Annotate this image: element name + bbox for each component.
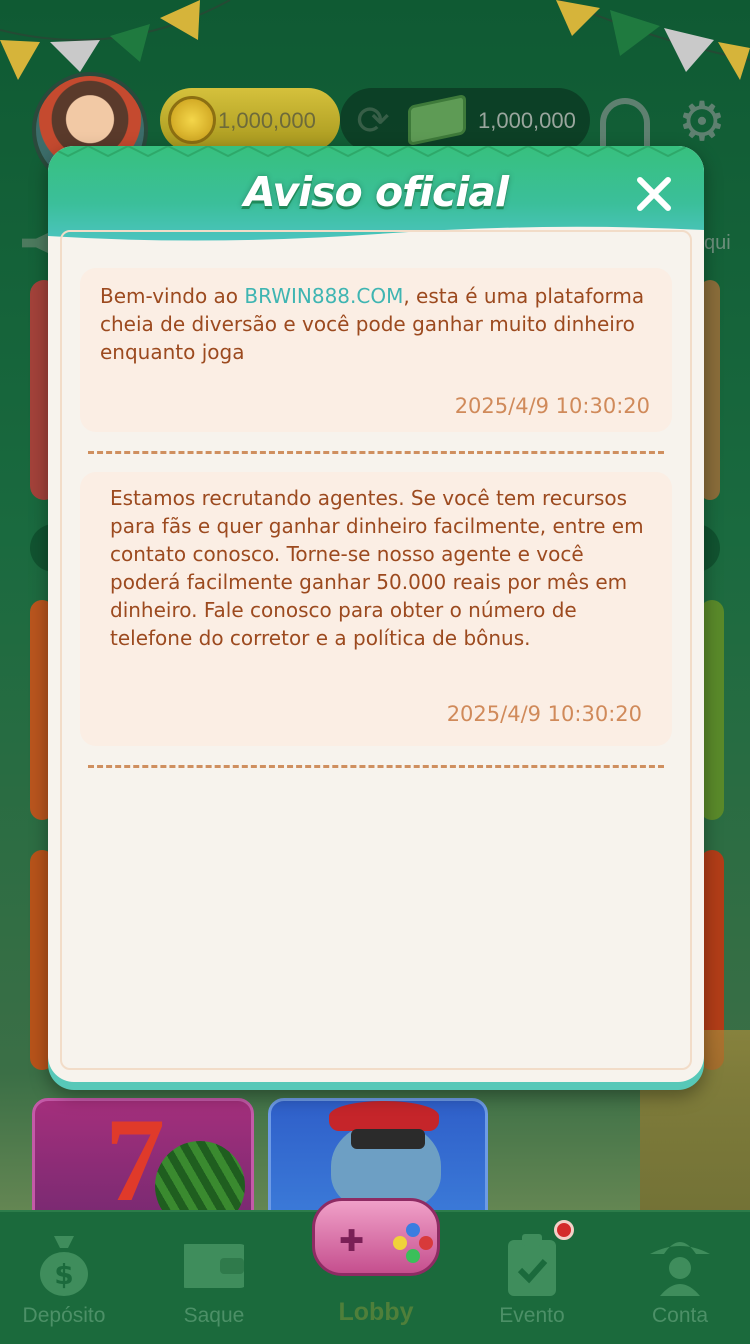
notice-card: Bem-vindo ao BRWIN888.COM, esta é uma pl…: [80, 268, 672, 432]
divider: [88, 451, 664, 454]
notice-timestamp: 2025/4/9 10:30:20: [454, 394, 650, 418]
notice-text: Bem-vindo ao BRWIN888.COM, esta é uma pl…: [100, 284, 645, 364]
modal-title: Aviso oficial: [243, 168, 509, 216]
notice-timestamp: 2025/4/9 10:30:20: [446, 702, 642, 726]
close-button[interactable]: [630, 170, 678, 218]
notice-card: Estamos recrutando agentes. Se você tem …: [80, 472, 672, 746]
close-icon: [637, 177, 671, 211]
divider: [88, 765, 664, 768]
notice-text: Estamos recrutando agentes. Se você tem …: [110, 486, 644, 650]
header-zigzag: [48, 146, 704, 158]
notice-modal: Aviso oficial Bem-vindo ao BRWIN888.COM,…: [48, 146, 704, 1090]
modal-header: Aviso oficial: [48, 146, 704, 246]
site-link[interactable]: BRWIN888.COM: [244, 284, 403, 308]
